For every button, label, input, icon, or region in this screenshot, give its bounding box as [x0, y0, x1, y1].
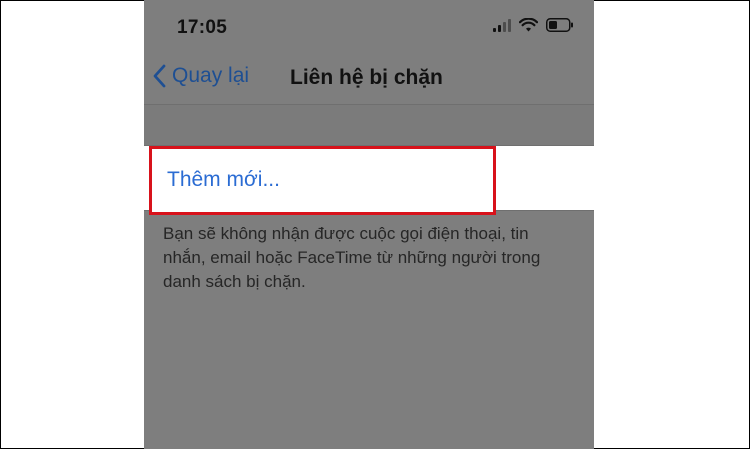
back-button[interactable]: Quay lại: [152, 64, 249, 88]
status-time: 17:05: [177, 17, 228, 38]
back-button-label: Quay lại: [172, 64, 250, 87]
add-new-button[interactable]: Thêm mới...: [149, 146, 496, 215]
blocked-contacts-footnote: Bạn sẽ không nhận được cuộc gọi điện tho…: [163, 224, 541, 291]
battery-icon: [546, 18, 573, 32]
navigation-bar: Quay lại Liên hệ bị chặn: [144, 54, 594, 105]
status-bar: 17:05: [144, 0, 594, 54]
phone-screen: 17:05 Quay lại Liên hệ bị chặn Bạn sẽ kh…: [144, 0, 594, 449]
page-title: Liên hệ bị chặn: [290, 66, 443, 89]
chevron-left-icon: [153, 64, 166, 88]
signal-icon: [493, 18, 511, 32]
status-icons: [493, 18, 574, 32]
section-spacer: [144, 105, 594, 146]
add-new-label: Thêm mới...: [167, 168, 280, 191]
wifi-icon: [519, 18, 538, 32]
